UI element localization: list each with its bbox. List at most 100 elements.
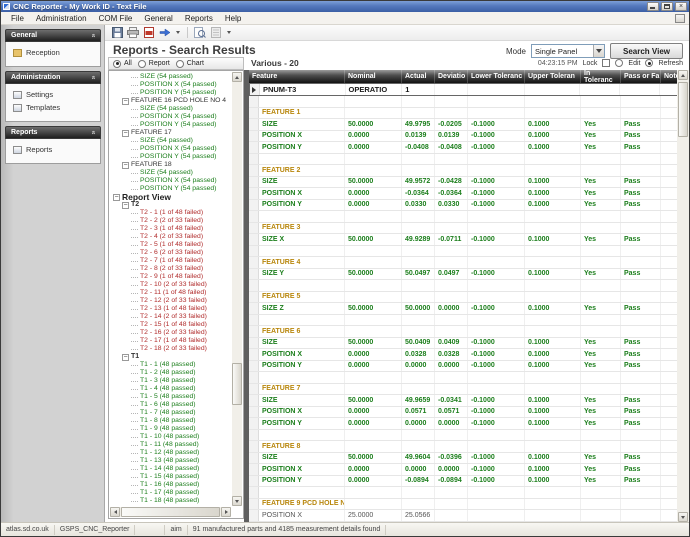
tree-item[interactable]: T1 - 13 (48 passed) bbox=[111, 457, 231, 465]
restore-button[interactable] bbox=[661, 2, 673, 11]
row-selector-cell[interactable] bbox=[249, 257, 259, 268]
column-header-actual[interactable]: Actual bbox=[402, 70, 435, 83]
row-selector-cell[interactable] bbox=[250, 84, 260, 95]
column-header-deviatio[interactable]: Deviatio bbox=[435, 70, 468, 83]
table-row-data[interactable]: POSITION X0.00000.01390.0139-0.10000.100… bbox=[249, 131, 679, 143]
tree-item[interactable]: T2 - 11 (1 of 48 failed) bbox=[111, 289, 231, 297]
refresh-radio[interactable] bbox=[645, 59, 653, 67]
menu-item-administration[interactable]: Administration bbox=[30, 13, 93, 24]
tree-item[interactable]: T2 - 13 (1 of 48 failed) bbox=[111, 305, 231, 313]
row-selector-cell[interactable] bbox=[249, 338, 259, 349]
tree-item[interactable]: POSITION X (54 passed) bbox=[111, 145, 231, 153]
table-row-data[interactable]: POSITION X0.00000.03280.0328-0.10000.100… bbox=[249, 349, 679, 361]
table-row-data[interactable]: SIZE50.000050.04090.0409-0.10000.1000Yes… bbox=[249, 338, 679, 350]
tree-item[interactable]: T1 - 5 (48 passed) bbox=[111, 393, 231, 401]
tree-item[interactable]: T2 - 14 (2 of 33 failed) bbox=[111, 313, 231, 321]
tree-horizontal-scrollbar[interactable] bbox=[110, 507, 231, 517]
pdf-export-icon[interactable] bbox=[143, 27, 155, 39]
preview-icon[interactable] bbox=[194, 27, 206, 39]
tree-item[interactable]: SIZE (54 passed) bbox=[111, 73, 231, 81]
table-row-data[interactable]: POSITION X0.0000-0.0364-0.0364-0.10000.1… bbox=[249, 188, 679, 200]
row-selector-cell[interactable] bbox=[249, 188, 259, 199]
row-selector-cell[interactable] bbox=[249, 292, 259, 303]
tree-item[interactable]: −FEATURE 18 bbox=[111, 161, 231, 169]
table-row-data[interactable]: SIZE Y50.000050.04970.0497-0.10000.1000Y… bbox=[249, 269, 679, 281]
table-row-feature[interactable]: FEATURE 8 bbox=[249, 441, 679, 453]
tree-item[interactable]: T2 - 1 (1 of 48 failed) bbox=[111, 209, 231, 217]
row-selector-cell[interactable] bbox=[249, 315, 259, 326]
tree-item[interactable]: −T1 bbox=[111, 353, 231, 361]
row-selector-cell[interactable] bbox=[249, 303, 259, 314]
scroll-up-icon[interactable] bbox=[678, 70, 688, 80]
menu-item-reports[interactable]: Reports bbox=[179, 13, 219, 24]
mdi-window-icon[interactable] bbox=[675, 14, 685, 23]
tree-item[interactable]: −FEATURE 16 PCD HOLE NO 4 bbox=[111, 97, 231, 105]
table-row-data[interactable]: POSITION X0.00000.00000.0000-0.10000.100… bbox=[249, 464, 679, 476]
tree-item[interactable]: T1 - 16 (48 passed) bbox=[111, 481, 231, 489]
collapse-pin-icon[interactable]: « bbox=[90, 76, 97, 80]
row-selector-cell[interactable] bbox=[249, 407, 259, 418]
expand-collapse-icon[interactable]: − bbox=[122, 162, 129, 169]
expand-collapse-icon[interactable]: − bbox=[122, 98, 129, 105]
column-header-pass-or-fa[interactable]: Pass or Fa bbox=[621, 70, 661, 83]
tree-item[interactable]: POSITION X (54 passed) bbox=[111, 113, 231, 121]
tree-item[interactable]: T2 - 10 (2 of 33 failed) bbox=[111, 281, 231, 289]
row-selector-cell[interactable] bbox=[249, 326, 259, 337]
tree-item[interactable]: T1 - 2 (48 passed) bbox=[111, 369, 231, 377]
tree-item[interactable]: T2 - 3 (1 of 48 failed) bbox=[111, 225, 231, 233]
sidebar-item-templates[interactable]: Templates bbox=[6, 101, 100, 114]
tree-item[interactable]: T1 - 11 (48 passed) bbox=[111, 441, 231, 449]
table-row-data[interactable]: POSITION Y0.00000.00000.0000-0.10000.100… bbox=[249, 418, 679, 430]
row-selector-cell[interactable] bbox=[249, 165, 259, 176]
section-header-administration[interactable]: Administration« bbox=[5, 71, 101, 84]
mode-select[interactable]: Single Panel bbox=[531, 44, 605, 58]
table-row-data[interactable]: SIZE X50.000049.9289-0.0711-0.10000.1000… bbox=[249, 234, 679, 246]
row-selector-cell[interactable] bbox=[249, 418, 259, 429]
tree-item[interactable]: T1 - 7 (48 passed) bbox=[111, 409, 231, 417]
sidebar-item-settings[interactable]: Settings bbox=[6, 88, 100, 101]
tree-item[interactable]: T2 - 8 (2 of 33 failed) bbox=[111, 265, 231, 273]
tree-hscroll-thumb[interactable] bbox=[121, 507, 220, 517]
tree-item[interactable]: T1 - 17 (48 passed) bbox=[111, 489, 231, 497]
toolbar-dropdown2-icon[interactable] bbox=[227, 31, 231, 34]
tree-item[interactable]: T2 - 7 (1 of 48 failed) bbox=[111, 257, 231, 265]
menu-item-com-file[interactable]: COM File bbox=[93, 13, 139, 24]
table-row-feature[interactable]: FEATURE 2 bbox=[249, 165, 679, 177]
collapse-pin-icon[interactable]: « bbox=[90, 131, 97, 135]
collapse-pin-icon[interactable]: « bbox=[90, 34, 97, 38]
tree-item[interactable]: −T2 bbox=[111, 201, 231, 209]
lock-checkbox[interactable] bbox=[602, 59, 610, 67]
tree-item[interactable]: −Report View bbox=[111, 193, 231, 201]
section-header-reports[interactable]: Reports« bbox=[5, 126, 101, 139]
filter-radio-report[interactable] bbox=[138, 60, 146, 68]
table-row-data[interactable]: POSITION Y0.0000-0.0894-0.0894-0.10000.1… bbox=[249, 476, 679, 488]
tree-item[interactable]: T2 - 16 (2 of 33 failed) bbox=[111, 329, 231, 337]
table-row-blank[interactable] bbox=[249, 154, 679, 166]
expand-collapse-icon[interactable]: − bbox=[122, 202, 129, 209]
print-icon[interactable] bbox=[127, 27, 139, 39]
row-selector-cell[interactable] bbox=[249, 131, 259, 142]
column-header-upper-toleran[interactable]: Upper Toleran bbox=[525, 70, 581, 83]
search-view-button[interactable]: Search View bbox=[610, 43, 683, 59]
tree-item[interactable]: POSITION Y (54 passed) bbox=[111, 121, 231, 129]
table-row-feature[interactable]: FEATURE 3 bbox=[249, 223, 679, 235]
table-row-pnum[interactable]: PNUM-T3OPERATIO1 bbox=[249, 83, 679, 96]
tree-item[interactable]: SIZE (54 passed) bbox=[111, 137, 231, 145]
tree-item[interactable]: T2 - 6 (2 of 33 failed) bbox=[111, 249, 231, 257]
row-selector-cell[interactable] bbox=[249, 487, 259, 498]
scroll-up-icon[interactable] bbox=[232, 72, 242, 82]
menu-item-general[interactable]: General bbox=[138, 13, 178, 24]
tree-item[interactable]: SIZE (54 passed) bbox=[111, 169, 231, 177]
expand-collapse-icon[interactable]: − bbox=[113, 194, 120, 201]
column-header-lower-toleranc[interactable]: Lower Toleranc bbox=[468, 70, 525, 83]
tree-item[interactable]: T2 - 12 (2 of 33 failed) bbox=[111, 297, 231, 305]
table-row-blank[interactable] bbox=[249, 280, 679, 292]
scroll-right-icon[interactable] bbox=[221, 507, 231, 517]
minimize-button[interactable] bbox=[647, 2, 659, 11]
table-row-blank[interactable] bbox=[249, 430, 679, 442]
row-selector-cell[interactable] bbox=[249, 142, 259, 153]
row-selector-cell[interactable] bbox=[249, 280, 259, 291]
table-row-feature[interactable]: FEATURE 5 bbox=[249, 292, 679, 304]
tree-item[interactable]: T2 - 2 (2 of 33 failed) bbox=[111, 217, 231, 225]
row-selector-cell[interactable] bbox=[249, 510, 259, 521]
